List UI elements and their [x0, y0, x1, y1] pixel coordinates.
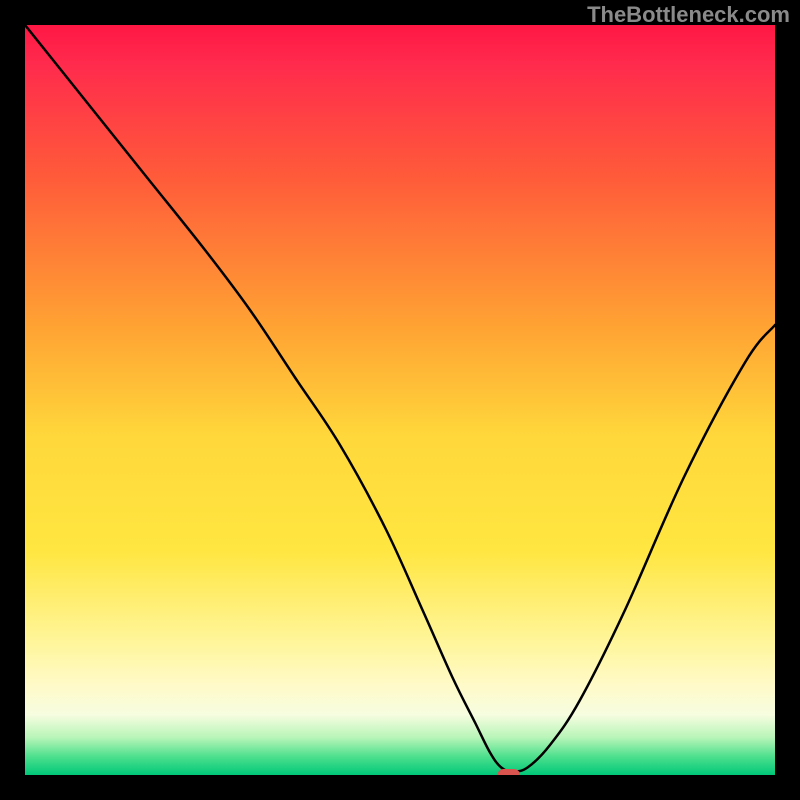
gradient-background: [25, 25, 775, 775]
bottleneck-chart: [25, 25, 775, 775]
chart-container: TheBottleneck.com: [0, 0, 800, 800]
optimal-marker: [498, 769, 521, 775]
watermark-label: TheBottleneck.com: [587, 2, 790, 28]
